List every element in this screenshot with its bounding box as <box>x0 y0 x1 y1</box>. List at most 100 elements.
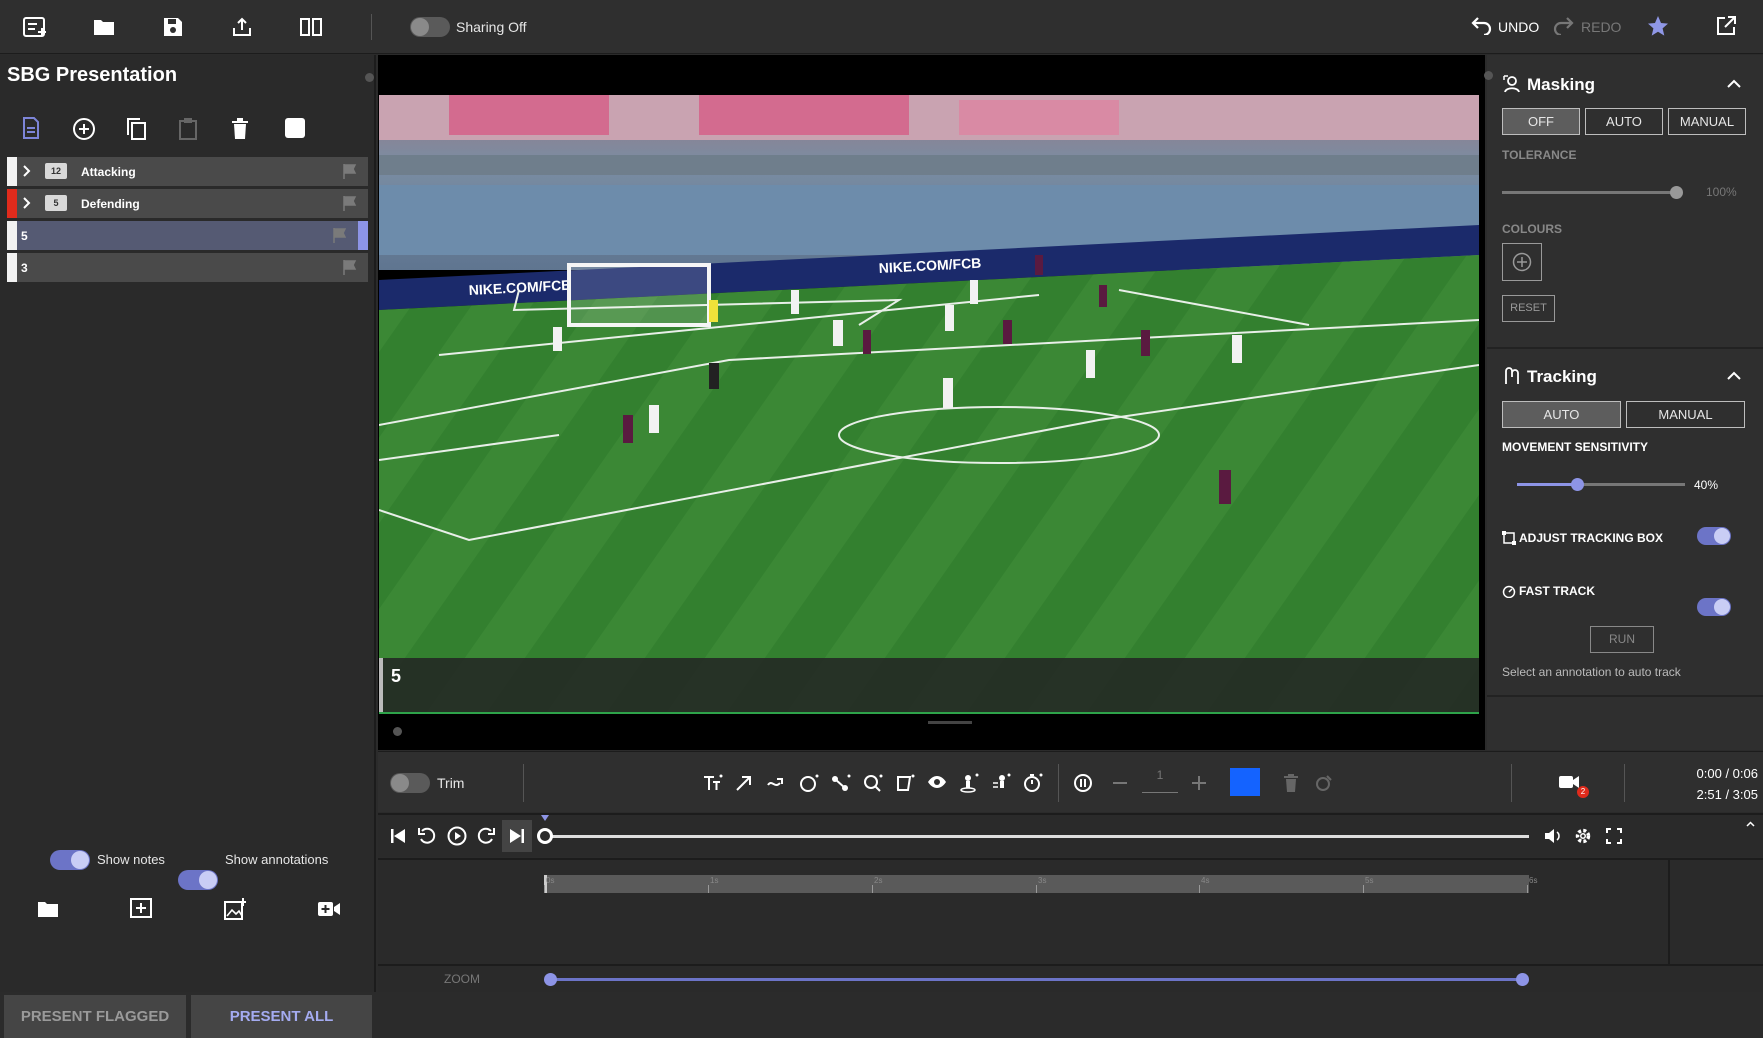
redo-button[interactable]: REDO <box>1581 19 1621 35</box>
scrubber-handle[interactable] <box>537 828 553 844</box>
increase-stroke-button[interactable] <box>1192 776 1206 790</box>
add-slide-icon[interactable] <box>130 898 152 920</box>
split-view-icon[interactable] <box>298 14 324 40</box>
tolerance-slider-handle[interactable] <box>1670 186 1683 199</box>
player-movement-tool-icon[interactable] <box>991 773 1011 793</box>
flag-icon[interactable] <box>342 195 358 211</box>
add-video-icon[interactable] <box>317 901 341 917</box>
tracking-box-icon <box>1502 531 1516 545</box>
chevron-right-icon[interactable] <box>23 197 31 209</box>
rewind-icon[interactable] <box>418 827 436 845</box>
collapse-tools-icon[interactable] <box>393 727 402 736</box>
save-icon[interactable] <box>160 14 186 40</box>
player-highlight-tool-icon[interactable] <box>959 773 979 793</box>
flag-icon[interactable] <box>332 227 348 243</box>
undo-icon[interactable] <box>1470 17 1492 35</box>
pause-annotation-icon[interactable] <box>1073 773 1093 793</box>
present-all-button[interactable]: PRESENT ALL <box>191 995 372 1038</box>
curved-arrow-tool-icon[interactable] <box>767 776 785 790</box>
circle-tool-icon[interactable] <box>799 774 819 792</box>
star-icon[interactable] <box>1647 15 1669 37</box>
undo-button[interactable]: UNDO <box>1498 19 1539 35</box>
connect-players-tool-icon[interactable] <box>831 774 851 792</box>
chevron-up-icon[interactable] <box>1727 79 1741 88</box>
list-item-defending[interactable]: 5 Defending <box>7 189 368 218</box>
chevron-up-icon[interactable] <box>1727 371 1741 380</box>
fullscreen-icon[interactable] <box>1606 828 1622 844</box>
spotlight-tool-icon[interactable] <box>927 775 947 789</box>
show-notes-toggle[interactable] <box>50 850 90 870</box>
show-annotations-toggle[interactable] <box>178 870 218 890</box>
color-picker-swatch[interactable] <box>1230 768 1260 796</box>
redo-icon[interactable] <box>1553 17 1575 35</box>
folder-icon[interactable] <box>37 900 59 918</box>
skip-back-icon[interactable] <box>390 828 406 844</box>
chevron-up-icon[interactable] <box>1746 821 1755 827</box>
new-clip-icon[interactable] <box>20 117 42 139</box>
copy-icon[interactable] <box>125 117 147 141</box>
settings-gear-icon[interactable] <box>1574 827 1592 845</box>
new-presentation-icon[interactable] <box>22 14 48 40</box>
tracking-auto-button[interactable]: AUTO <box>1502 401 1621 428</box>
list-item-clip-5[interactable]: 5 <box>7 221 368 250</box>
flag-icon[interactable] <box>342 259 358 275</box>
zoom-start-handle[interactable] <box>544 973 557 986</box>
masking-manual-button[interactable]: MANUAL <box>1668 108 1746 135</box>
run-button[interactable]: RUN <box>1590 626 1654 653</box>
add-circle-icon[interactable] <box>72 117 96 141</box>
sharing-toggle[interactable] <box>410 17 450 37</box>
timeline-tick-mark <box>544 885 545 893</box>
list-item-attacking[interactable]: 12 Attacking <box>7 157 368 186</box>
arrow-tool-icon[interactable] <box>735 774 753 792</box>
tracking-hint: Select an annotation to auto track <box>1502 665 1681 679</box>
masking-off-button[interactable]: OFF <box>1502 108 1580 135</box>
stroke-width-value[interactable]: 1 <box>1142 768 1178 793</box>
volume-icon[interactable] <box>1544 828 1562 844</box>
decrease-stroke-button[interactable] <box>1113 782 1127 784</box>
trim-toggle[interactable] <box>390 773 430 793</box>
reset-button[interactable]: RESET <box>1502 295 1555 322</box>
add-image-icon[interactable] <box>224 898 246 920</box>
tracking-manual-button[interactable]: MANUAL <box>1626 401 1745 428</box>
masking-auto-button[interactable]: AUTO <box>1585 108 1663 135</box>
sensitivity-slider-handle[interactable] <box>1571 478 1584 491</box>
resize-handle[interactable] <box>928 721 972 724</box>
zoom-end-handle[interactable] <box>1516 973 1529 986</box>
add-colour-button[interactable] <box>1502 243 1542 281</box>
delete-annotation-icon[interactable] <box>1284 774 1298 792</box>
fast-track-toggle[interactable] <box>1697 598 1731 616</box>
trim-label: Trim <box>437 775 465 791</box>
collapse-left-icon[interactable] <box>365 73 374 82</box>
export-icon[interactable] <box>229 14 255 40</box>
collapse-right-icon[interactable] <box>1484 71 1493 80</box>
select-all-checkbox[interactable] <box>284 117 306 139</box>
fast-forward-icon[interactable] <box>477 827 495 845</box>
masking-title: Masking <box>1527 75 1596 94</box>
presentation-panel: SBG Presentation 12 Attacking 5 Defendin… <box>0 55 376 1038</box>
present-flagged-button[interactable]: PRESENT FLAGGED <box>4 995 186 1038</box>
tolerance-slider[interactable] <box>1502 186 1683 199</box>
adjust-tracking-box-toggle[interactable] <box>1697 527 1731 545</box>
annotation-effects-icon[interactable] <box>1314 773 1334 793</box>
flag-icon[interactable] <box>342 163 358 179</box>
video-player[interactable]: NIKE.COM/FCB NIKE.COM/FCB 5 <box>378 55 1485 750</box>
timeline-tick-label: 1s <box>710 876 719 885</box>
magnify-tool-icon[interactable] <box>863 774 883 792</box>
zoom-slider-track[interactable] <box>550 978 1522 981</box>
list-item-clip-3[interactable]: 3 <box>7 253 368 282</box>
sharing-label: Sharing Off <box>456 19 527 35</box>
skip-forward-button[interactable] <box>502 820 532 852</box>
scrubber-track[interactable] <box>543 835 1529 838</box>
delete-icon[interactable] <box>231 118 249 140</box>
play-icon[interactable] <box>447 826 467 846</box>
chevron-right-icon[interactable] <box>23 165 31 177</box>
timeline-tick-mark <box>708 885 709 893</box>
camera-icon[interactable] <box>1558 774 1580 790</box>
open-external-icon[interactable] <box>1716 16 1736 36</box>
video-frame[interactable]: NIKE.COM/FCB NIKE.COM/FCB 5 <box>379 95 1479 714</box>
text-tool-icon[interactable] <box>703 774 723 792</box>
timer-tool-icon[interactable] <box>1023 773 1043 793</box>
sensitivity-slider[interactable] <box>1517 478 1685 491</box>
polygon-tool-icon[interactable] <box>895 774 915 792</box>
open-folder-icon[interactable] <box>91 14 117 40</box>
